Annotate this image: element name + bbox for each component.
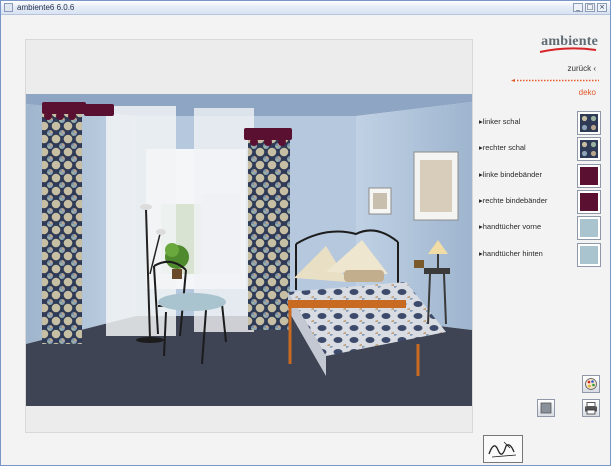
pattern-swatch-icon [580,114,598,132]
app-icon [4,3,13,12]
print-icon [585,402,597,415]
option-rechter-schal[interactable]: ▸rechter schal [479,137,603,161]
swatch-rechte-bindebaender[interactable] [577,190,601,214]
palette-button[interactable] [582,375,600,393]
section-label-deko: deko [578,88,596,97]
window-controls: _ □ × [573,3,607,12]
window-title: ambiente6 6.0.6 [17,3,75,12]
color-swatch-fill [580,167,598,185]
dotted-divider [511,79,599,82]
maximize-button[interactable]: □ [585,3,595,12]
option-rechte-bindebaender[interactable]: ▸rechte bindebänder [479,190,603,214]
option-label: ▸linke bindebänder [479,170,542,179]
swatch-linke-bindebaender[interactable] [577,164,601,188]
option-linker-schal[interactable]: ▸linker schal [479,111,603,135]
print-button[interactable] [582,399,600,417]
option-label: ▸linker schal [479,117,521,126]
option-label: ▸rechter schal [479,143,526,152]
color-swatch-fill [580,193,598,211]
square-icon [540,402,552,414]
square-button[interactable] [537,399,555,417]
signature-icon [488,441,517,458]
option-linke-bindebaender[interactable]: ▸linke bindebänder [479,164,603,188]
logo-swoosh [539,47,597,53]
option-label: ▸rechte bindebänder [479,196,548,205]
swatch-linker-schal[interactable] [577,111,601,135]
title-bar: ambiente6 6.0.6 _ □ × [1,1,610,15]
close-button[interactable]: × [597,3,607,12]
palette-icon [585,378,597,390]
minimize-button[interactable]: _ [573,3,583,12]
option-handtuecher-hinten[interactable]: ▸handtücher hinten [479,243,603,267]
pattern-swatch-icon [580,140,598,158]
room-preview-image [26,94,472,406]
app-window: ambiente6 6.0.6 _ □ × ambiente zurück ‹ … [0,0,611,466]
preview-frame [25,39,473,433]
swatch-handtuecher-vorne[interactable] [577,216,601,240]
option-label: ▸handtücher hinten [479,249,543,258]
signature-button[interactable] [483,435,523,463]
color-swatch-fill [580,246,598,264]
back-link[interactable]: zurück ‹ [568,64,596,73]
ambiente-logo: ambiente [528,29,598,53]
option-handtuecher-vorne[interactable]: ▸handtücher vorne [479,216,603,240]
option-label: ▸handtücher vorne [479,222,542,231]
color-swatch-fill [580,219,598,237]
swatch-handtuecher-hinten[interactable] [577,243,601,267]
swatch-rechter-schal[interactable] [577,137,601,161]
